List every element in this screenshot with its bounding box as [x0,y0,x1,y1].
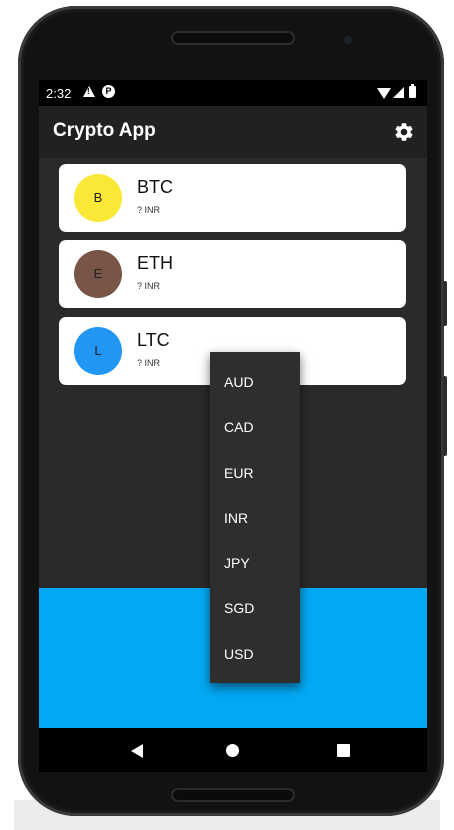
coin-price: ? INR [137,205,161,215]
warning-icon [83,86,95,97]
volume-button [443,376,447,456]
menu-item-eur[interactable]: EUR [210,451,300,496]
coin-card-btc[interactable]: B BTC ? INR [59,164,406,232]
menu-item-sgd[interactable]: SGD [210,586,300,631]
front-camera [344,36,352,44]
wifi-icon [377,88,391,99]
home-icon[interactable] [226,744,239,757]
navigation-bar [39,728,427,772]
coin-avatar: B [74,174,122,222]
phone-frame: 2:32 P Crypto App B BTC ? INR E ETH ? IN… [18,6,447,816]
app-bar: Crypto App [39,106,427,158]
app-title: Crypto App [53,120,156,141]
top-speaker [173,33,293,43]
coin-price: ? INR [137,281,161,291]
menu-item-aud[interactable]: AUD [210,360,300,405]
coin-price: ? INR [137,358,161,368]
back-icon[interactable] [131,744,143,758]
screen: 2:32 P Crypto App B BTC ? INR E ETH ? IN… [39,80,427,772]
signal-icon [393,87,404,98]
gear-icon[interactable] [393,121,415,143]
menu-item-inr[interactable]: INR [210,496,300,541]
battery-icon [409,84,416,98]
coin-symbol: LTC [137,330,170,350]
menu-item-cad[interactable]: CAD [210,405,300,450]
status-time: 2:32 [46,86,72,101]
status-bar: 2:32 P [39,80,427,106]
coin-avatar: E [74,250,122,298]
currency-dropdown-menu: AUD CAD EUR INR JPY SGD USD [210,352,300,683]
coin-card-eth[interactable]: E ETH ? INR [59,240,406,308]
menu-item-usd[interactable]: USD [210,632,300,677]
power-button [443,281,447,326]
notification-p-icon: P [102,85,115,98]
recents-icon[interactable] [337,744,350,757]
coin-symbol: ETH [137,253,173,273]
menu-item-jpy[interactable]: JPY [210,541,300,586]
bottom-speaker [173,790,293,800]
coin-avatar: L [74,327,122,375]
coin-symbol: BTC [137,177,173,197]
